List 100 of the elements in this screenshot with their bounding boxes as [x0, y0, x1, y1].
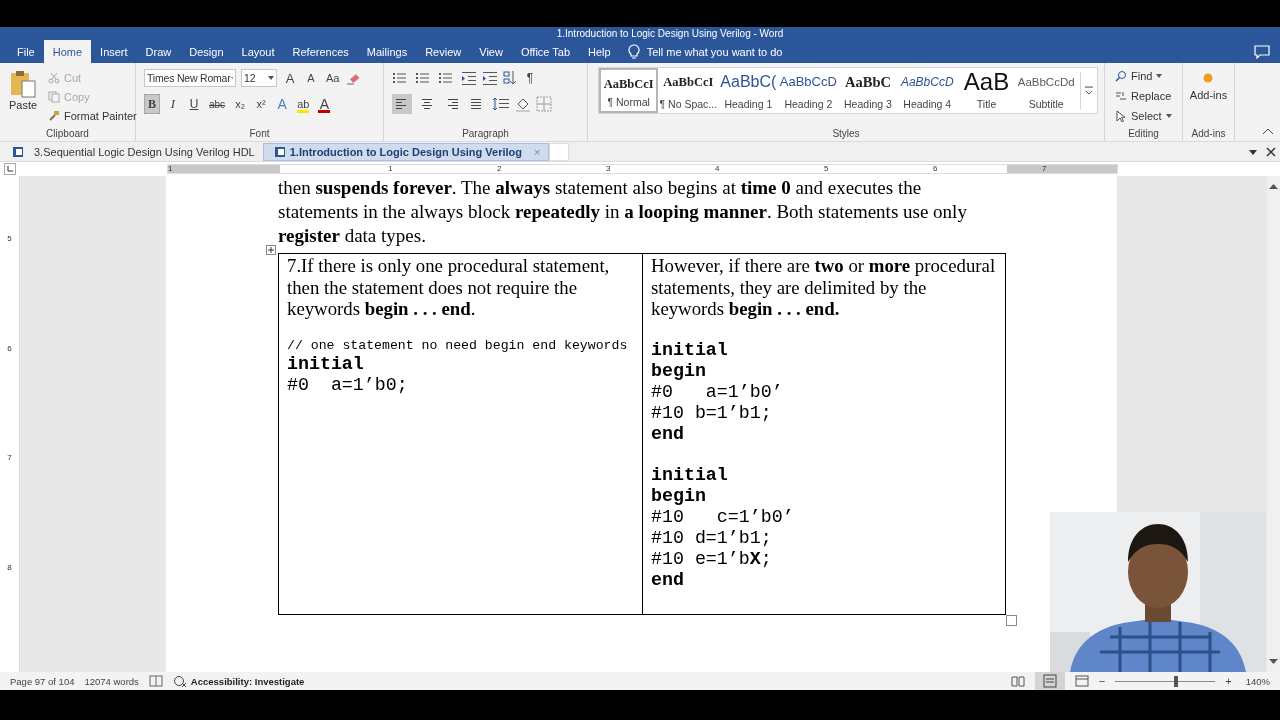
ruler-number: 1 [388, 164, 393, 173]
format-button[interactable]: x₂ [232, 94, 249, 114]
code-line: begin [651, 360, 706, 381]
print-layout-icon[interactable] [1034, 672, 1065, 690]
ribbon-tab[interactable]: References [283, 40, 358, 63]
ribbon-tab[interactable]: Review [416, 40, 471, 63]
ribbon-tab[interactable]: Insert [91, 40, 137, 63]
ruler-number: 2 [497, 164, 502, 173]
replace-button[interactable]: Replace [1115, 87, 1178, 104]
close-icon[interactable] [1266, 146, 1276, 157]
format-button[interactable]: U [186, 94, 202, 114]
ribbon-tab[interactable]: Home [43, 40, 92, 63]
document-tab[interactable]: 1.Introduction to Logic Design Using Verilog × [262, 142, 550, 161]
show-marks-button[interactable]: ¶ [522, 68, 538, 88]
word-count[interactable]: 12074 words [84, 675, 139, 687]
tab-selector-icon[interactable] [4, 163, 16, 175]
format-button[interactable]: x² [253, 94, 270, 114]
find-button[interactable]: Find [1115, 67, 1178, 84]
style-item[interactable]: AaB Title [956, 68, 1017, 113]
cell-paragraph: 7.If there is only one procedural statement, then the statement does not require the keywords begin . . . end. [287, 255, 611, 320]
code-line: #10 e=1’bX; [651, 548, 772, 569]
add-ins-button[interactable]: Add-ins [1189, 67, 1228, 101]
style-item[interactable]: AaBbCcDd Subtitle [1016, 68, 1077, 113]
zoom-level[interactable]: 140% [1245, 675, 1270, 687]
cell-paragraph: However, if there are two or more procedural statements, they are delimited by the keywords begin . . . end. [651, 255, 997, 320]
lightbulb-icon [627, 43, 640, 60]
code-line: #10 d=1’b1; [651, 527, 772, 548]
table-resize-handle[interactable] [1006, 615, 1017, 626]
font-tool-button[interactable]: A [303, 68, 319, 88]
style-item[interactable]: AaBbCcI ¶ Normal [599, 68, 659, 113]
ruler-number: 1 [168, 164, 173, 173]
clipboard-icon [8, 69, 38, 99]
format-painter-button[interactable]: Format Painter [48, 107, 137, 124]
search-icon [1115, 69, 1127, 82]
style-item[interactable]: AaBbC Heading 3 [838, 68, 898, 113]
style-item[interactable]: AaBbCcD Heading 4 [897, 68, 957, 113]
ribbon-tab[interactable]: File [8, 40, 44, 63]
zoom-out-button[interactable]: − [1098, 675, 1106, 687]
ribbon-tab[interactable]: Design [180, 40, 233, 63]
code-line: #0 a=1’b0; [287, 374, 408, 395]
format-button[interactable]: I [165, 94, 181, 114]
group-label: Clipboard [45, 128, 90, 139]
cursor-icon [1115, 109, 1127, 122]
style-item[interactable]: AaBbCcI ¶ No Spac... [658, 68, 719, 113]
window-title: 1.Introduction to Logic Design Using Verilog - Word [556, 27, 784, 40]
font-tool-button[interactable]: Aa [324, 68, 342, 88]
ribbon-tab[interactable]: Layout [232, 40, 284, 63]
ribbon-tab[interactable]: Office Tab [511, 40, 580, 63]
read-mode-icon[interactable] [1010, 675, 1025, 687]
table-move-handle-icon[interactable] [266, 245, 276, 255]
dropdown-icon [1156, 73, 1163, 78]
ruler-number: 8 [7, 562, 12, 574]
format-button[interactable]: A [274, 94, 291, 114]
style-item[interactable]: AaBbCcD Heading 2 [778, 68, 839, 113]
paste-button[interactable]: Paste [4, 67, 42, 124]
collapse-ribbon-icon[interactable] [1262, 127, 1274, 135]
ruler-number: 4 [715, 164, 720, 173]
proofing-icon[interactable] [148, 675, 163, 687]
style-item[interactable]: AaBbC( Heading 1 [718, 68, 779, 113]
indent-icon[interactable] [482, 71, 498, 85]
ribbon-tab[interactable]: Help [579, 40, 620, 63]
dropdown-icon [1165, 113, 1172, 118]
sort-icon[interactable] [503, 70, 517, 86]
scroll-up-icon[interactable] [1269, 182, 1278, 190]
comment-icon[interactable] [1254, 44, 1270, 59]
page-count[interactable]: Page 97 of 104 [10, 675, 75, 687]
ruler-number: 7 [7, 453, 12, 464]
dot-icon [1203, 73, 1214, 83]
web-layout-icon[interactable] [1074, 675, 1089, 687]
font-name-field[interactable]: Times New Romar [144, 69, 236, 87]
tell-me-search[interactable]: Tell me what you want to do [646, 45, 783, 58]
group-label: Styles [831, 128, 861, 139]
code-line: #10 b=1’b1; [651, 402, 772, 423]
format-button[interactable]: ab [295, 94, 312, 114]
group-label: Font [248, 128, 271, 139]
document-tab[interactable]: 3.Sequential Logic Design Using Verilog HDL [2, 142, 263, 161]
ribbon-tab[interactable]: Draw [136, 40, 181, 63]
zoom-in-button[interactable]: + [1225, 675, 1232, 687]
group-label: Paragraph [461, 128, 510, 139]
ruler-number: 7 [1042, 164, 1047, 173]
shading-icon[interactable] [515, 96, 531, 112]
format-button[interactable]: A [316, 94, 333, 114]
accessibility-icon[interactable] [172, 675, 187, 687]
ribbon-tab[interactable]: View [470, 40, 512, 63]
vertical-scrollbar[interactable] [1267, 176, 1280, 672]
scroll-down-icon[interactable] [1269, 658, 1278, 666]
body-paragraph: then suspends forever. The always statement also begins at time 0 and executes the statements in the always block repeatedly in a looping manner. Both statements use only register data types. [278, 176, 968, 248]
font-tool-button[interactable]: A [282, 68, 298, 88]
format-button[interactable]: abc [207, 94, 228, 114]
code-line: initial [651, 339, 728, 360]
select-button[interactable]: Select [1115, 107, 1178, 124]
ribbon-tab[interactable]: Mailings [357, 40, 417, 63]
font-size-field[interactable]: 12 [241, 69, 277, 87]
format-button[interactable]: B [144, 94, 160, 114]
line-spacing-icon[interactable] [492, 96, 510, 112]
accessibility-status[interactable]: Accessibility: Investigate [190, 675, 305, 687]
copy-icon [48, 90, 60, 103]
dropdown-icon [230, 76, 233, 80]
indent-icon[interactable] [461, 71, 477, 85]
align-icon[interactable] [392, 94, 412, 114]
